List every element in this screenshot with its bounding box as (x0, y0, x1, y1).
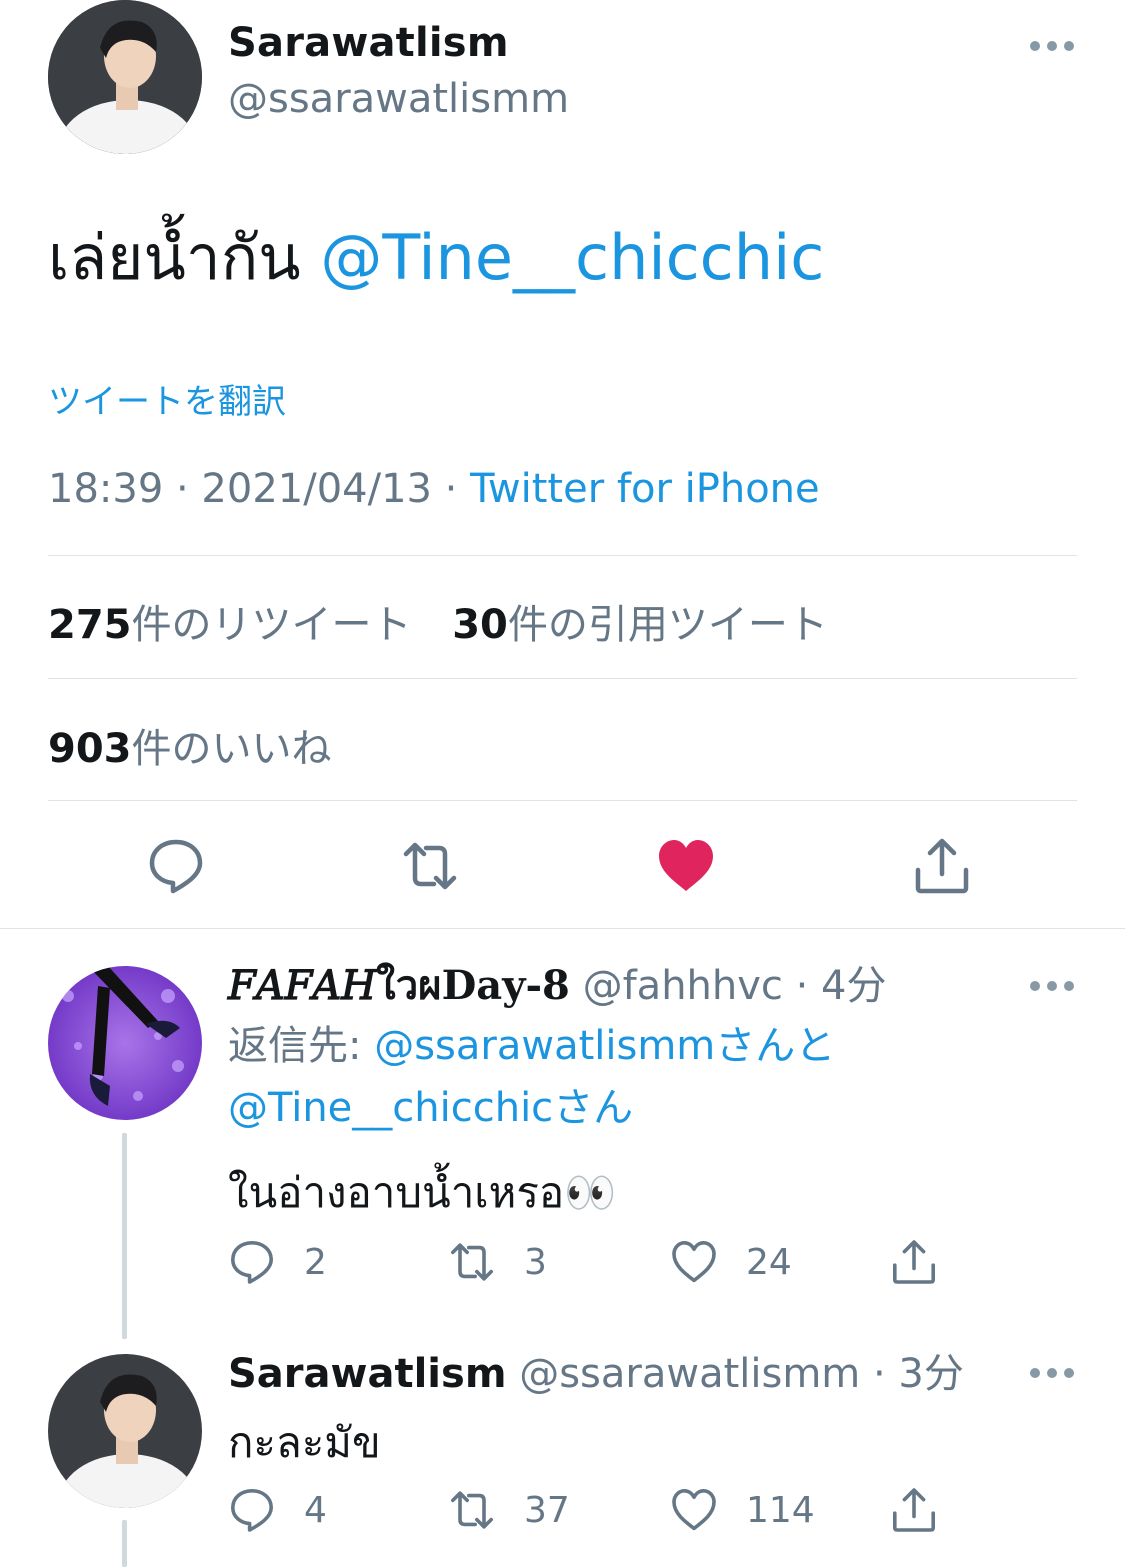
reply-avatar[interactable] (48, 966, 202, 1120)
more-options-icon[interactable] (1030, 1366, 1074, 1380)
section-divider (0, 928, 1125, 929)
reply-like-button[interactable]: 114 (670, 1486, 815, 1534)
retweets-count: 275 (48, 602, 132, 648)
share-icon (893, 1240, 935, 1284)
like-button[interactable] (656, 836, 716, 896)
divider (48, 800, 1077, 801)
reply-retweet-button[interactable]: 37 (448, 1486, 570, 1534)
share-icon (915, 838, 969, 894)
reply-icon (231, 1241, 273, 1284)
retweet-count: 3 (524, 1241, 547, 1283)
author-name[interactable]: Sarawatlism (228, 20, 509, 66)
reply-author-handle[interactable]: @ssarawatlismm (519, 1351, 860, 1397)
more-options-icon[interactable] (1030, 979, 1074, 993)
reply-icon (149, 839, 203, 894)
tweet-source-link[interactable]: Twitter for iPhone (470, 466, 820, 512)
likes-count: 903 (48, 726, 132, 772)
reply-like-button[interactable]: 24 (670, 1238, 792, 1286)
reply-button[interactable] (146, 836, 206, 896)
heart-filled-icon (659, 840, 713, 891)
reply-count: 2 (304, 1241, 327, 1283)
share-icon (893, 1488, 935, 1532)
reply-header: Sarawatlism @ssarawatlismm · 3分 (228, 1348, 964, 1400)
reply-time[interactable]: · 4分 (796, 963, 887, 1009)
retweet-icon (403, 842, 457, 890)
heart-icon (672, 1489, 716, 1531)
reply-to-connector: さんと (715, 1023, 836, 1069)
retweet-icon (451, 1243, 493, 1281)
thread-line (122, 1133, 127, 1339)
reply-share-button[interactable] (890, 1238, 938, 1286)
tweet-body: เล่ยน้ำกัน (48, 221, 301, 294)
retweets-stat[interactable]: 275件のリツイート (48, 602, 412, 648)
reply-count: 4 (304, 1489, 327, 1531)
reply-avatar[interactable] (48, 1354, 202, 1508)
thread-line (122, 1520, 127, 1567)
retweet-count: 37 (524, 1489, 570, 1531)
quotes-count: 30 (452, 602, 508, 648)
reply-time[interactable]: · 3分 (873, 1351, 964, 1397)
reply-author-name[interactable]: Sarawatlism (228, 1351, 507, 1397)
tweet-timestamp[interactable]: 18:39 · 2021/04/13 · (48, 466, 470, 512)
retweet-icon (451, 1491, 493, 1529)
heart-icon (672, 1241, 716, 1283)
reply-to-suffix: さん (553, 1085, 634, 1131)
likes-label: 件のいいね (131, 726, 332, 772)
reply-retweet-button[interactable]: 3 (448, 1238, 547, 1286)
retweets-label: 件のリツイート (131, 602, 412, 648)
divider (48, 555, 1077, 556)
tweet-mention-link[interactable]: @Tine__chicchic (320, 221, 824, 294)
author-handle[interactable]: @ssarawatlismm (228, 76, 569, 122)
divider (48, 678, 1077, 679)
reply-author-handle[interactable]: @fahhhvc (583, 963, 783, 1009)
reply-to-mention[interactable]: @Tine__chicchic (228, 1085, 553, 1131)
share-button[interactable] (912, 836, 972, 896)
reply-reply-button[interactable]: 4 (228, 1486, 327, 1534)
tweet-metadata: 18:39 · 2021/04/13 · Twitter for iPhone (48, 466, 820, 512)
reply-share-button[interactable] (890, 1486, 938, 1534)
more-options-icon[interactable] (1030, 39, 1074, 53)
author-avatar[interactable] (48, 0, 202, 154)
quotes-stat[interactable]: 30件の引用ツイート (452, 602, 828, 648)
reply-to-mention[interactable]: @ssarawatlismm (374, 1023, 715, 1069)
reply-reply-button[interactable]: 2 (228, 1238, 327, 1286)
likes-stat[interactable]: 903件のいいね (48, 716, 332, 774)
reply-to-line: 返信先: @ssarawatlismmさんと (228, 1020, 835, 1072)
reply-text: กะละมัข (228, 1418, 381, 1467)
tweet-text: เล่ยน้ำกัน @Tine__chicchic (48, 218, 824, 298)
like-count: 114 (746, 1489, 815, 1531)
reply-icon (231, 1489, 273, 1532)
retweet-button[interactable] (400, 836, 460, 896)
retweet-stats: 275件のリツイート 30件の引用ツイート (48, 592, 828, 650)
like-count: 24 (746, 1241, 792, 1283)
reply-author-name[interactable]: 𝐹𝐴𝐹𝐴𝐻ใวผDay-8 (228, 962, 570, 1009)
reply-text: ในอ่างอาบน้ำเหรอ👀 (228, 1168, 617, 1217)
reply-to-prefix: 返信先: (228, 1023, 375, 1069)
reply-to-line-2: @Tine__chicchicさん (228, 1082, 633, 1134)
translate-tweet-link[interactable]: ツイートを翻訳 (48, 374, 286, 423)
quotes-label: 件の引用ツイート (507, 602, 828, 648)
reply-header: 𝐹𝐴𝐹𝐴𝐻ใวผDay-8 @fahhhvc · 4分 (228, 960, 887, 1012)
